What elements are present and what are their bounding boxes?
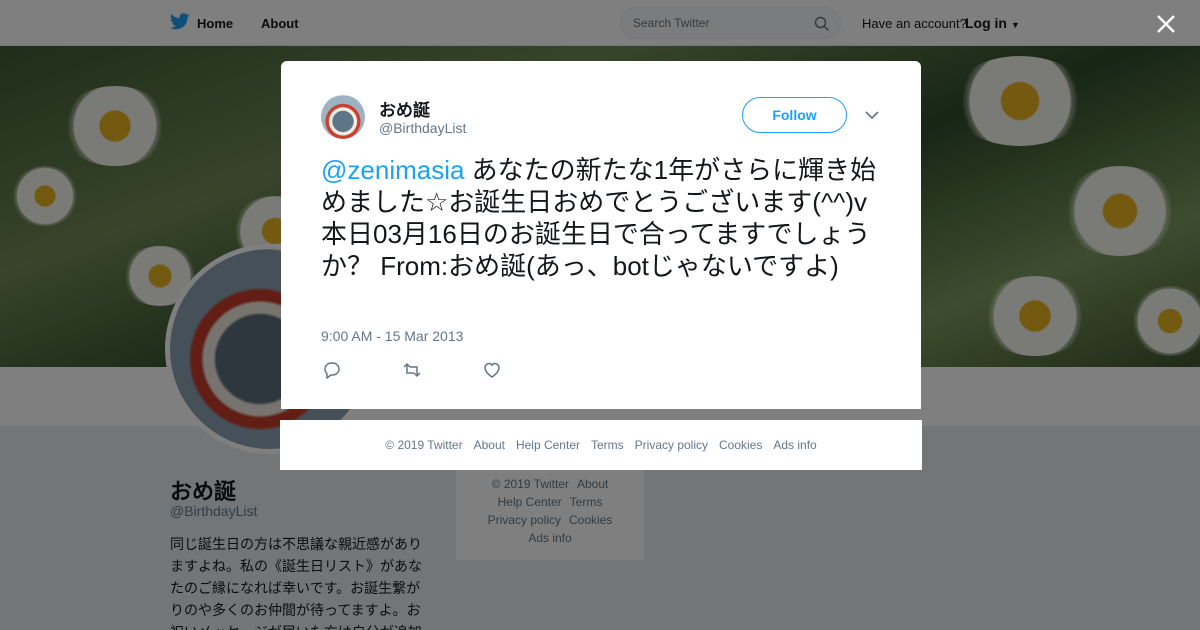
- follow-button[interactable]: Follow: [742, 97, 847, 133]
- tweet-timestamp[interactable]: 9:00 AM - 15 Mar 2013: [321, 328, 463, 344]
- modal-footer-copyright: © 2019 Twitter: [385, 438, 463, 452]
- tweet-author-handle[interactable]: @BirthdayList: [379, 120, 466, 136]
- reply-icon[interactable]: [321, 359, 343, 381]
- modal-footer-cookies-link[interactable]: Cookies: [719, 438, 762, 452]
- tweet-text: @zenimasia あなたの新たな1年がさらに輝き始めました☆お誕生日おめでと…: [321, 154, 881, 282]
- modal-footer-privacy-link[interactable]: Privacy policy: [635, 438, 708, 452]
- like-heart-icon[interactable]: [481, 359, 503, 381]
- modal-footer-about-link[interactable]: About: [474, 438, 505, 452]
- modal-footer: © 2019 Twitter About Help Center Terms P…: [280, 420, 922, 470]
- tweet-mention-link[interactable]: @zenimasia: [321, 155, 464, 185]
- tweet-author-name[interactable]: おめ誕: [379, 96, 430, 121]
- chevron-down-icon[interactable]: [863, 106, 881, 124]
- retweet-icon[interactable]: [401, 359, 423, 381]
- close-icon[interactable]: [1153, 11, 1179, 37]
- modal-footer-ads-link[interactable]: Ads info: [773, 438, 816, 452]
- modal-footer-terms-link[interactable]: Terms: [591, 438, 624, 452]
- tweet-author-avatar[interactable]: [321, 95, 365, 139]
- modal-footer-help-link[interactable]: Help Center: [516, 438, 580, 452]
- tweet-modal: おめ誕 @BirthdayList Follow @zenimasia あなたの…: [281, 61, 921, 409]
